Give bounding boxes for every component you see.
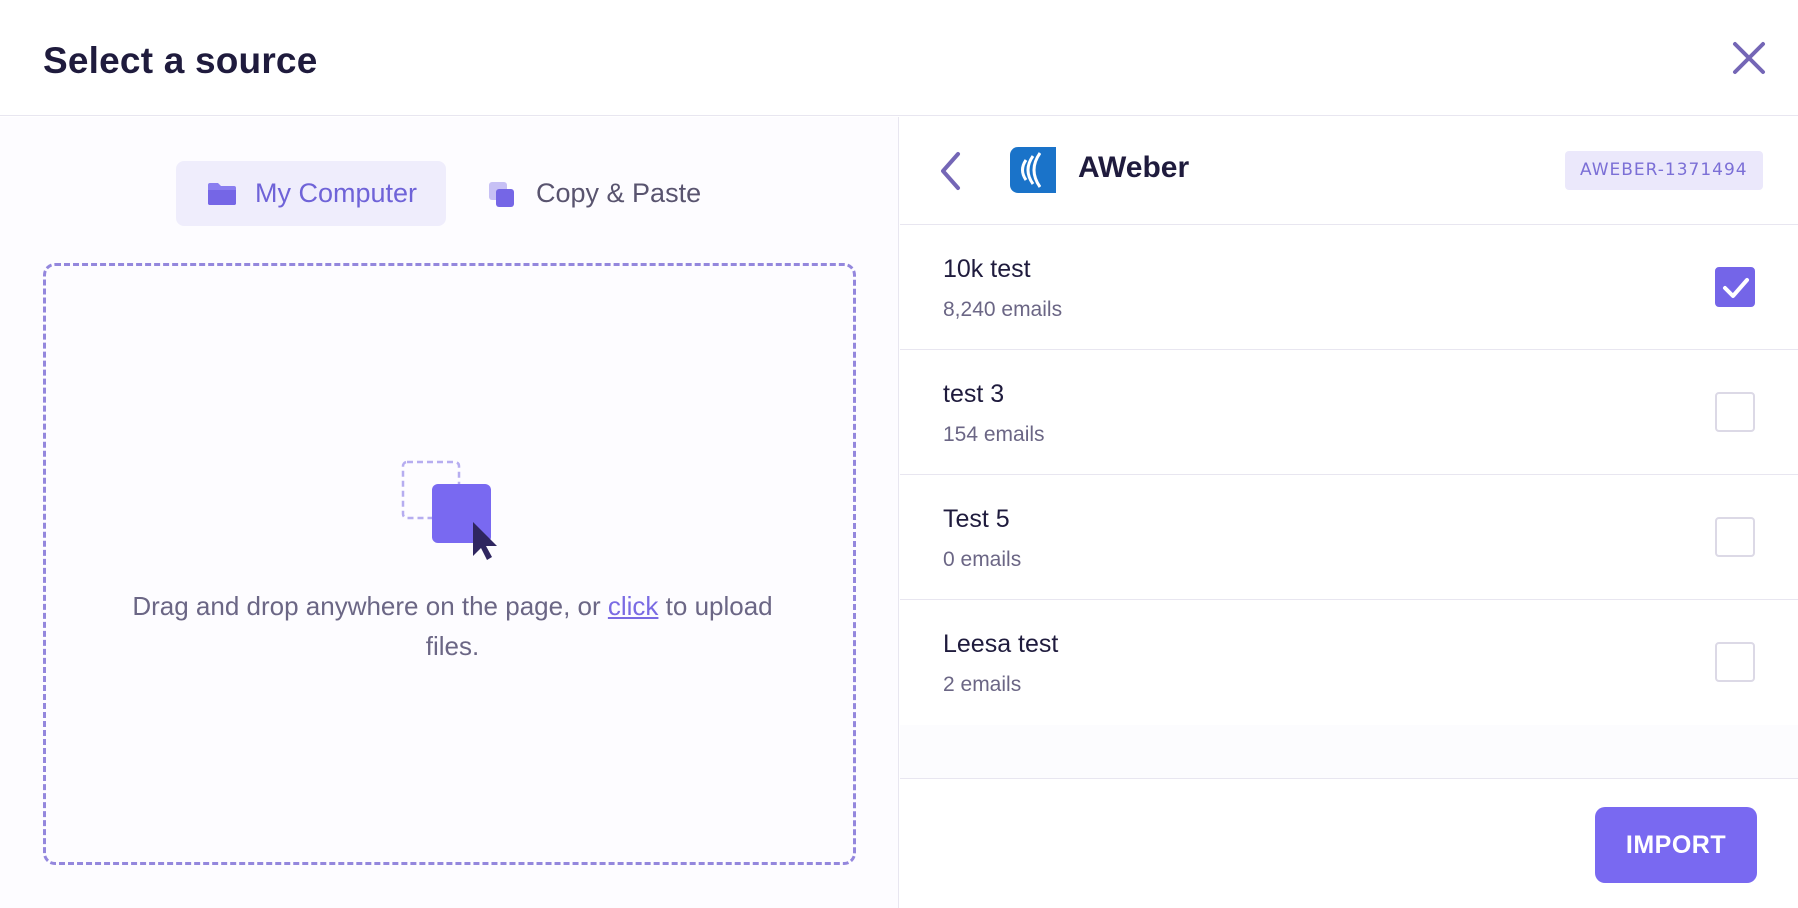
- tab-my-computer[interactable]: My Computer: [176, 161, 446, 226]
- provider-header: AWeber AWEBER-1371494: [900, 117, 1798, 225]
- list-email-count: 8,240 emails: [943, 298, 1063, 321]
- list-name: Test 5: [943, 505, 1010, 533]
- dropzone-instructions: Drag and drop anywhere on the page, or c…: [106, 586, 799, 666]
- import-button[interactable]: IMPORT: [1595, 807, 1757, 883]
- file-dropzone[interactable]: Drag and drop anywhere on the page, or c…: [43, 263, 856, 865]
- list-name: Leesa test: [943, 630, 1059, 658]
- copy-icon: [488, 181, 518, 207]
- list-item[interactable]: test 3 154 emails: [900, 350, 1798, 475]
- list-checkbox[interactable]: [1715, 517, 1755, 557]
- back-chevron-icon[interactable]: [936, 150, 966, 192]
- tab-copy-paste-label: Copy & Paste: [536, 178, 702, 208]
- folder-icon: [207, 181, 237, 207]
- close-icon[interactable]: [1729, 38, 1769, 78]
- tab-copy-paste[interactable]: Copy & Paste: [478, 161, 718, 226]
- list-checkbox[interactable]: [1715, 392, 1755, 432]
- dropzone-text-before: Drag and drop anywhere on the page, or: [132, 591, 608, 621]
- source-panel-right: AWeber AWEBER-1371494 10k test 8,240 ema…: [900, 117, 1798, 908]
- click-upload-link[interactable]: click: [608, 591, 659, 621]
- list-checkbox[interactable]: [1715, 267, 1755, 307]
- list-email-count: 2 emails: [943, 673, 1022, 696]
- list-item[interactable]: Test 5 0 emails: [900, 475, 1798, 600]
- list-name: test 3: [943, 380, 1005, 408]
- list-item[interactable]: Leesa test 2 emails: [900, 600, 1798, 725]
- list-email-count: 0 emails: [943, 548, 1022, 571]
- list-name: 10k test: [943, 255, 1031, 283]
- tab-my-computer-label: My Computer: [255, 178, 418, 208]
- dialog-header: Select a source: [0, 0, 1798, 116]
- aweber-logo-icon: [1010, 147, 1056, 193]
- source-panel-left: My Computer Copy & Paste Drag and drop a…: [0, 117, 899, 908]
- provider-name: AWeber: [1078, 151, 1190, 184]
- account-id-badge: AWEBER-1371494: [1565, 151, 1763, 190]
- dialog-title: Select a source: [43, 40, 318, 81]
- list-item[interactable]: 10k test 8,240 emails: [900, 225, 1798, 350]
- list-email-count: 154 emails: [943, 423, 1045, 446]
- upload-illustration-icon: [401, 460, 511, 562]
- dialog-footer: IMPORT: [900, 778, 1798, 908]
- list-checkbox[interactable]: [1715, 642, 1755, 682]
